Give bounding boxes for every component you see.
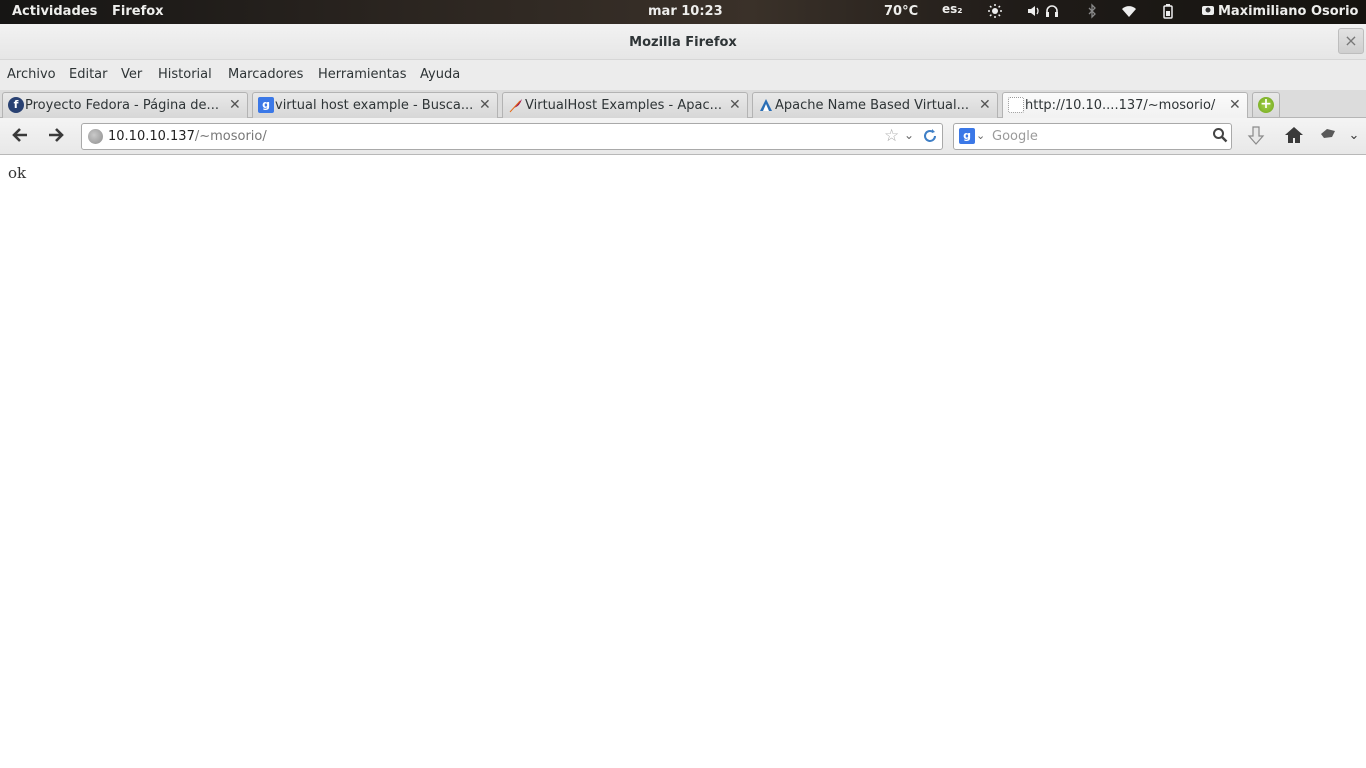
home-button[interactable]: [1282, 125, 1306, 147]
tab-apache-vhost-examples[interactable]: VirtualHost Examples - Apac... ✕: [502, 92, 748, 118]
tab-apache-name-based[interactable]: Apache Name Based Virtual... ✕: [752, 92, 998, 118]
addon-toolbar-button[interactable]: [1316, 125, 1340, 147]
blank-page-icon: [1008, 97, 1024, 113]
tab-label: virtual host example - Busca...: [275, 98, 473, 113]
search-icon[interactable]: [1212, 127, 1228, 147]
tab-label: Apache Name Based Virtual...: [775, 98, 970, 113]
close-tab-icon[interactable]: ✕: [979, 97, 991, 113]
activities-button[interactable]: Actividades: [12, 4, 97, 19]
site-icon: [758, 97, 774, 113]
search-engine-dropdown-icon[interactable]: ⌄: [976, 129, 985, 142]
downloads-button[interactable]: [1244, 125, 1268, 147]
back-button[interactable]: [8, 125, 32, 147]
tab-label: Proyecto Fedora - Página de...: [25, 98, 219, 113]
window-title-bar: Mozilla Firefox ×: [0, 24, 1366, 60]
tab-mosorio-active[interactable]: http://10.10....137/~mosorio/ ✕: [1002, 92, 1248, 119]
tab-label: http://10.10....137/~mosorio/: [1025, 98, 1216, 113]
page-content: ok: [0, 156, 1366, 768]
window-close-button[interactable]: ×: [1338, 28, 1364, 54]
close-tab-icon[interactable]: ✕: [729, 97, 741, 113]
battery-icon[interactable]: [1160, 3, 1176, 19]
google-icon: g: [258, 97, 274, 113]
page-body-text: ok: [8, 164, 27, 182]
keyboard-layout-indicator[interactable]: es₂: [942, 2, 963, 16]
navigation-toolbar: 10.10.10.137/~mosorio/ ☆ ⌄ g ⌄ Google ⌄: [0, 118, 1366, 155]
back-arrow-icon: [12, 128, 27, 142]
new-tab-button[interactable]: +: [1252, 92, 1280, 117]
fedora-icon: f: [8, 97, 24, 113]
window-title: Mozilla Firefox: [629, 35, 737, 50]
google-search-engine-icon[interactable]: g: [959, 128, 975, 144]
close-tab-icon[interactable]: ✕: [229, 97, 241, 113]
site-identity-icon[interactable]: [88, 129, 103, 144]
clock[interactable]: mar 10:23: [648, 4, 723, 19]
url-path: /~mosorio/: [194, 129, 267, 144]
url-text[interactable]: 10.10.10.137/~mosorio/: [108, 129, 267, 144]
home-icon: [1285, 127, 1303, 143]
search-bar[interactable]: g ⌄ Google: [953, 123, 1232, 150]
apache-feather-icon: [508, 97, 524, 113]
tab-fedora[interactable]: f Proyecto Fedora - Página de... ✕: [2, 92, 248, 118]
user-status-icon[interactable]: [1200, 3, 1216, 19]
close-tab-icon[interactable]: ✕: [479, 97, 491, 113]
reload-icon[interactable]: [922, 127, 938, 149]
close-tab-icon[interactable]: ✕: [1229, 97, 1241, 113]
menu-marcadores[interactable]: Marcadores: [228, 67, 303, 82]
tab-label: VirtualHost Examples - Apac...: [525, 98, 722, 113]
plus-icon: +: [1258, 97, 1274, 113]
bookmark-star-icon[interactable]: ☆: [884, 126, 899, 146]
download-arrow-icon: [1247, 126, 1265, 145]
headphones-icon[interactable]: [1044, 3, 1060, 19]
menu-herramientas[interactable]: Herramientas: [318, 67, 407, 82]
menu-ver[interactable]: Ver: [121, 67, 142, 82]
bluetooth-icon[interactable]: [1084, 3, 1100, 19]
brightness-icon[interactable]: [987, 3, 1003, 19]
forward-button[interactable]: [44, 125, 68, 147]
tab-strip: f Proyecto Fedora - Página de... ✕ g vir…: [0, 90, 1366, 119]
menu-editar[interactable]: Editar: [69, 67, 108, 82]
gnome-top-bar: Actividades Firefox mar 10:23 70°C es₂ M…: [0, 0, 1366, 24]
addon-icon: [1321, 129, 1335, 138]
volume-icon[interactable]: [1026, 3, 1042, 19]
menu-historial[interactable]: Historial: [158, 67, 212, 82]
toolbar-overflow-chevron-icon[interactable]: ⌄: [1342, 125, 1366, 147]
tab-google-search[interactable]: g virtual host example - Busca... ✕: [252, 92, 498, 118]
wifi-icon[interactable]: [1121, 3, 1137, 19]
search-input[interactable]: Google: [992, 129, 1038, 144]
menu-bar: Archivo Editar Ver Historial Marcadores …: [0, 60, 1366, 90]
forward-arrow-icon: [49, 128, 64, 142]
user-menu[interactable]: Maximiliano Osorio: [1218, 4, 1358, 19]
app-menu[interactable]: Firefox: [112, 4, 164, 19]
history-dropdown-icon[interactable]: ⌄: [904, 128, 914, 142]
temperature-indicator[interactable]: 70°C: [884, 4, 918, 19]
menu-ayuda[interactable]: Ayuda: [420, 67, 460, 82]
url-bar[interactable]: 10.10.10.137/~mosorio/ ☆ ⌄: [81, 123, 943, 150]
url-host: 10.10.10.137: [108, 129, 195, 144]
menu-archivo[interactable]: Archivo: [7, 67, 56, 82]
